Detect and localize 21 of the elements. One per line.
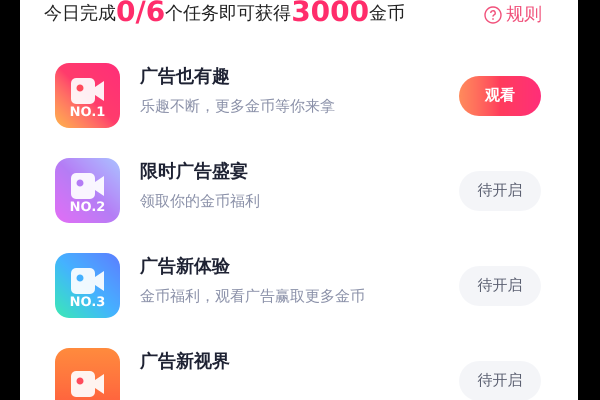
progress-headline: 今日完成0/6个任务即可获得3000金币 xyxy=(44,0,406,26)
task-description: 金币福利，观看广告赢取更多金币 xyxy=(140,286,365,306)
task-title: 广告新体验 xyxy=(140,256,231,278)
task-description: 乐趣不断，更多金币等你来拿 xyxy=(140,96,335,116)
task-action-button[interactable]: 观看 xyxy=(459,76,541,116)
rank-label: NO.2 xyxy=(70,201,106,214)
task-title: 广告新视界 xyxy=(140,351,230,373)
video-camera-icon xyxy=(70,78,104,104)
rank-label: NO.1 xyxy=(70,106,106,119)
task-action-button[interactable]: 待开启 xyxy=(459,266,541,306)
task-action-button[interactable]: 待开启 xyxy=(459,360,541,400)
task-title: 限时广告盛宴 xyxy=(140,161,249,183)
rank-label: NO.3 xyxy=(70,296,106,309)
help-icon xyxy=(484,6,502,24)
video-camera-icon xyxy=(70,268,104,294)
video-camera-icon xyxy=(70,173,104,199)
rules-link[interactable]: 规则 xyxy=(506,6,542,24)
task-action-button[interactable]: 待开启 xyxy=(459,170,541,210)
video-camera-icon xyxy=(70,370,104,396)
task-description: 领取你的金币福利 xyxy=(140,191,260,211)
task-title: 广告也有趣 xyxy=(140,66,231,88)
